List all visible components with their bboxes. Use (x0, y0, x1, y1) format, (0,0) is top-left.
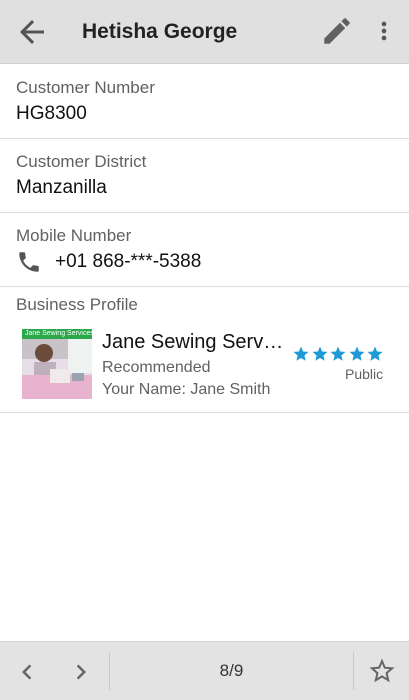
bottom-bar: 8/9 (0, 641, 409, 700)
customer-number-value: HG8300 (16, 103, 87, 124)
pencil-icon[interactable] (320, 14, 354, 48)
mobile-number-value[interactable]: +01 868-***-5388 (55, 251, 201, 273)
thumbnail-tag: Jane Sewing Services (22, 329, 92, 339)
arrow-back-icon[interactable] (14, 14, 50, 50)
business-name[interactable]: Jane Sewing Services (102, 331, 284, 354)
business-thumbnail[interactable]: Jane Sewing Services (22, 329, 92, 399)
more-vert-icon[interactable] (370, 14, 398, 48)
chevron-right-icon[interactable] (66, 657, 96, 687)
record-counter: 8/9 (219, 661, 244, 680)
business-profile-label: Business Profile (16, 295, 138, 314)
divider (353, 652, 354, 690)
star-rating (292, 345, 385, 365)
phone-icon[interactable] (16, 249, 42, 275)
star-icon (366, 345, 384, 363)
star-icon (348, 345, 366, 363)
mobile-number-label: Mobile Number (16, 226, 132, 245)
customer-district-section: Customer District Manzanilla (0, 139, 409, 213)
star-outline-icon[interactable] (367, 656, 397, 686)
mobile-number-section[interactable]: Mobile Number +01 868-***-5388 (0, 213, 409, 287)
customer-number-section: Customer Number HG8300 (0, 65, 409, 139)
app-bar: Hetisha George (0, 0, 409, 64)
customer-district-value: Manzanilla (16, 177, 107, 198)
star-icon (329, 345, 347, 363)
business-profile-section[interactable]: Business Profile Jane Sewing Services Ja… (0, 287, 409, 413)
star-icon (292, 345, 310, 363)
customer-district-label: Customer District (16, 152, 147, 171)
star-icon (311, 345, 329, 363)
customer-number-label: Customer Number (16, 78, 155, 97)
business-owner: Your Name: Jane Smith (102, 381, 271, 398)
business-status: Recommended (102, 359, 211, 376)
chevron-left-icon[interactable] (12, 657, 42, 687)
visibility-label: Public (345, 366, 384, 382)
page-title: Hetisha George (82, 20, 238, 43)
